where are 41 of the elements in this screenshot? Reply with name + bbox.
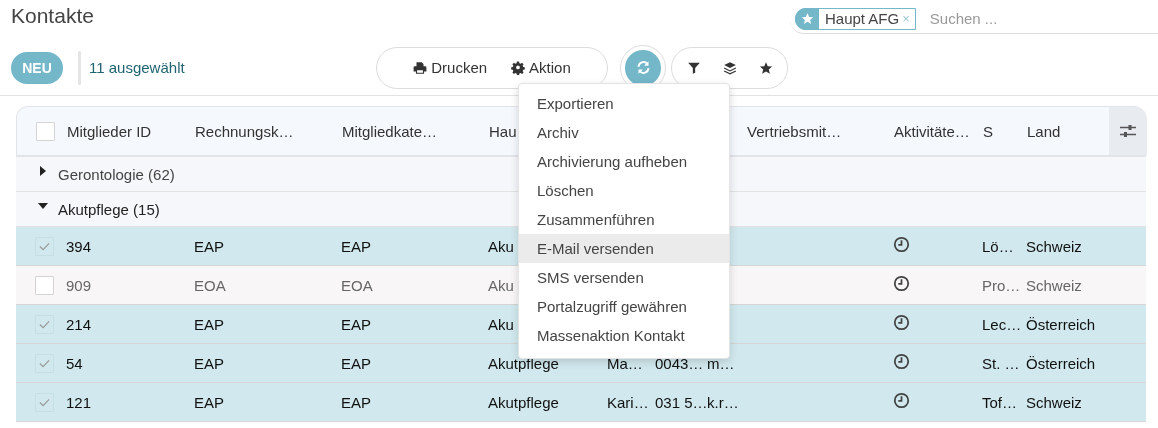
table-cell: Schweiz xyxy=(1026,276,1082,294)
selection-count: 11 ausgewählt xyxy=(89,59,186,76)
table-cell: Aku xyxy=(488,276,514,294)
table-cell: EAP xyxy=(194,393,224,411)
table-cell: Pro… xyxy=(982,276,1021,294)
table-cell: 54 xyxy=(66,354,83,372)
table-cell: Österreich xyxy=(1026,315,1096,333)
table-cell: 031 5… xyxy=(655,393,708,411)
table-cell: EOA xyxy=(341,276,373,294)
table-cell: 909 xyxy=(66,276,92,294)
table-cell: Ma… xyxy=(607,354,643,372)
facet-label: Haupt AFG xyxy=(824,10,901,27)
table-cell: Aku xyxy=(488,315,514,333)
table-cell: Kari… xyxy=(607,393,649,411)
table-cell: 0043… xyxy=(655,354,704,372)
page-title: Kontakte xyxy=(11,4,94,28)
table-cell: m… xyxy=(707,354,735,372)
table-cell: Akutpflege xyxy=(488,354,559,372)
table-cell: Schweiz xyxy=(1026,393,1082,411)
table-cell: EOA xyxy=(194,276,226,294)
table-cell: 214 xyxy=(66,315,92,333)
table-cell: Österreich xyxy=(1026,354,1096,372)
table-cell: St. … xyxy=(982,354,1020,372)
table-cell: 394 xyxy=(66,237,92,255)
table-cell: EAP xyxy=(341,315,371,333)
table-cell: Tof… xyxy=(982,393,1017,411)
table-cell: Lö… xyxy=(982,237,1014,255)
table-cell: Aku xyxy=(488,237,514,255)
group-label: Gerontologie (62) xyxy=(58,165,175,183)
table-cell: Lec… xyxy=(982,315,1022,333)
table-cell: EAP xyxy=(194,315,224,333)
table-cell: EAP xyxy=(194,237,224,255)
group-label: Akutpflege (15) xyxy=(58,200,160,218)
table-cell: EAP xyxy=(341,354,371,372)
table-cell: EAP xyxy=(194,354,224,372)
table-cell: Akutpflege xyxy=(488,393,559,411)
table-cell: 121 xyxy=(66,393,92,411)
table-cell: EAP xyxy=(341,237,371,255)
table-cell: k.r… xyxy=(707,393,739,411)
table-cell: EAP xyxy=(341,393,371,411)
table-cell: Schweiz xyxy=(1026,237,1082,255)
